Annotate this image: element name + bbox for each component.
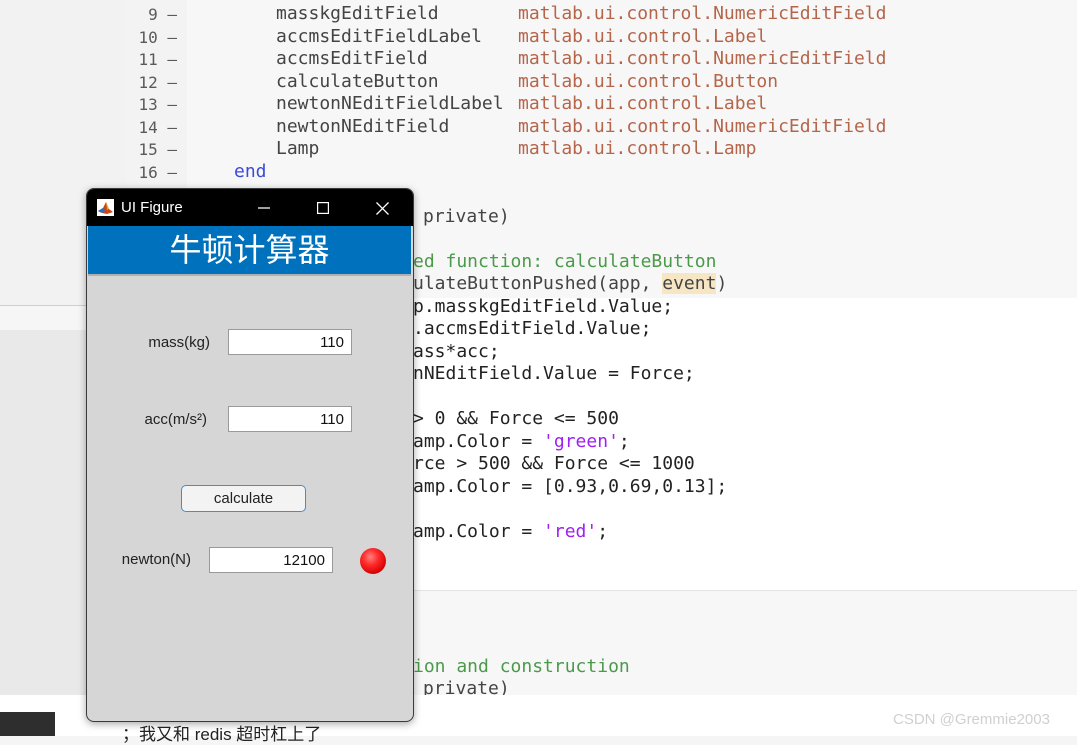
code-line[interactable]: ass*acc; (413, 341, 500, 363)
line-number: 14 – (138, 118, 177, 137)
code-line-class[interactable]: matlab.ui.control.NumericEditField (518, 48, 886, 70)
window-title: UI Figure (121, 199, 183, 216)
code-comment[interactable]: ed function: calculateButton (413, 251, 716, 273)
code-line-class[interactable]: matlab.ui.control.NumericEditField (518, 116, 886, 138)
minimize-icon (258, 207, 270, 209)
highlighted-token: event (662, 273, 717, 294)
code-line[interactable]: newtonNEditFieldLabel (276, 93, 504, 115)
code-line[interactable]: calculateButton (276, 71, 439, 93)
code-line-class[interactable]: matlab.ui.control.NumericEditField (518, 3, 886, 25)
code-line[interactable]: masskgEditField (276, 3, 439, 25)
calculate-button[interactable]: calculate (181, 485, 306, 512)
line-number: 12 – (138, 73, 177, 92)
watermark: CSDN @Gremmie2003 (893, 711, 1050, 728)
code-line-class[interactable]: matlab.ui.control.Lamp (518, 138, 756, 160)
code-line[interactable]: amp.Color = 'red'; (413, 521, 608, 543)
line-number: 15 – (138, 140, 177, 159)
acc-input[interactable]: 110 (228, 406, 352, 432)
code-line[interactable]: accmsEditFieldLabel (276, 26, 482, 48)
ui-figure-window[interactable]: UI Figure 牛顿计算器 mass(kg) 110 acc(m/s²) 1… (86, 188, 414, 722)
code-line-class[interactable]: matlab.ui.control.Label (518, 93, 767, 115)
mass-input[interactable]: 110 (228, 329, 352, 355)
code-function-signature[interactable]: ulateButtonPushed(app, event) (413, 273, 727, 295)
newton-output[interactable]: 12100 (209, 547, 333, 573)
close-button[interactable] (367, 193, 397, 223)
code-line[interactable]: rce > 500 && Force <= 1000 (413, 453, 695, 475)
acc-label: acc(m/s²) (144, 411, 208, 428)
code-line[interactable]: amp.Color = [0.93,0.69,0.13]; (413, 476, 727, 498)
line-number: 9 – (148, 5, 177, 24)
line-number: 16 – (138, 163, 177, 182)
code-line[interactable]: .accmsEditField.Value; (413, 318, 651, 340)
matlab-icon (97, 199, 114, 216)
window-titlebar[interactable]: UI Figure (87, 189, 413, 226)
code-line-class[interactable]: matlab.ui.control.Label (518, 26, 767, 48)
minimize-button[interactable] (249, 193, 279, 223)
code-line[interactable]: nNEditField.Value = Force; (413, 363, 695, 385)
code-line[interactable]: amp.Color = 'green'; (413, 431, 630, 453)
code-keyword-end[interactable]: end (234, 161, 267, 183)
lamp-indicator (360, 548, 386, 574)
maximize-button[interactable] (308, 193, 338, 223)
mass-label: mass(kg) (148, 334, 210, 351)
code-line-class[interactable]: matlab.ui.control.Button (518, 71, 778, 93)
code-comment[interactable]: ion and construction (413, 656, 630, 678)
close-icon (375, 201, 389, 215)
code-line[interactable]: private) (423, 206, 510, 228)
line-number: 10 – (138, 28, 177, 47)
bottom-thumbnail (0, 712, 55, 736)
string-literal: 'green' (543, 431, 619, 452)
code-line[interactable]: accmsEditField (276, 48, 428, 70)
header-panel: 牛顿计算器 (88, 226, 411, 276)
app-heading: 牛顿计算器 (169, 231, 330, 269)
newton-label: newton(N) (121, 551, 191, 568)
code-line[interactable]: newtonNEditField (276, 116, 449, 138)
line-number: 11 – (138, 50, 177, 69)
maximize-icon (317, 202, 329, 214)
string-literal: 'red' (543, 521, 598, 542)
line-number: 13 – (138, 95, 177, 114)
code-line[interactable]: Lamp (276, 138, 319, 160)
bottom-caption-text: ；我又和 redis 超时杠上了 (122, 725, 322, 744)
code-line[interactable]: > 0 && Force <= 500 (413, 408, 619, 430)
code-line[interactable]: p.masskgEditField.Value; (413, 296, 673, 318)
